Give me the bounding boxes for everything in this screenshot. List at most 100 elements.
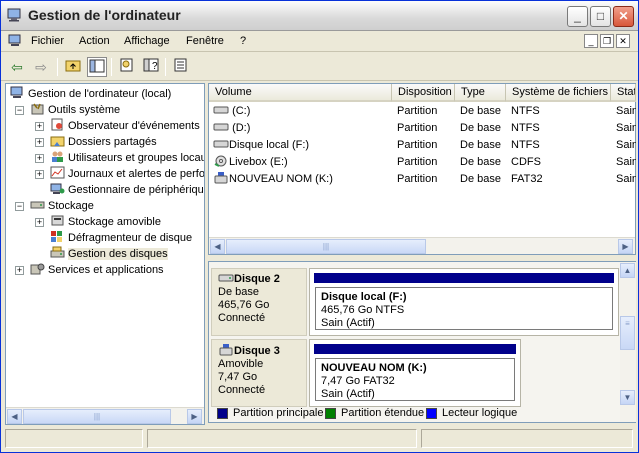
scroll-thumb[interactable]: ≡ [620, 316, 635, 350]
tree-item-stockage-amovible[interactable]: Stockage amovible [50, 214, 161, 230]
scroll-thumb[interactable]: ||| [226, 239, 426, 254]
users-icon [52, 151, 63, 162]
maximize-button[interactable]: □ [590, 6, 611, 27]
volume-disposition: Partition [397, 122, 438, 134]
properties-icon[interactable] [117, 57, 137, 77]
tree-item-utilisateurs[interactable]: Utilisateurs et groupes locaux [50, 150, 204, 166]
scroll-down-button[interactable]: ▼ [620, 390, 635, 405]
disk-info[interactable]: Disque 3 Amovible 7,47 Go Connecté [211, 339, 307, 407]
volume-name: NOUVEAU NOM (K:) [229, 173, 333, 185]
svg-text:?: ? [152, 61, 158, 72]
disk-size: 465,76 Go [218, 299, 270, 311]
partition-block[interactable]: Disque local (F:) 465,76 Go NTFS Sain (A… [309, 268, 619, 336]
partition-health: Sain (Actif) [321, 388, 375, 400]
partition-name: Disque local (F:) [321, 291, 407, 303]
column-header-disposition[interactable]: Disposition [392, 84, 455, 102]
expand-toggle[interactable]: + [35, 154, 44, 163]
scroll-right-button[interactable]: ▶ [187, 409, 202, 424]
volume-name: (D:) [232, 122, 251, 134]
up-folder-icon[interactable] [63, 57, 83, 77]
disk-view-vertical-scrollbar[interactable]: ▲ ≡ ▼ [620, 262, 636, 422]
mdi-restore-button[interactable]: ❐ [600, 34, 614, 48]
forward-arrow-icon[interactable]: ⇨ [31, 57, 51, 77]
column-header-filesystem[interactable]: Système de fichiers [506, 84, 611, 102]
tree-item-gestion-des-disques[interactable]: Gestion des disques [50, 246, 168, 262]
tree-root[interactable]: Gestion de l'ordinateur (local) [10, 86, 171, 102]
scroll-right-button[interactable]: ▶ [618, 239, 633, 254]
volume-name: Livebox (E:) [229, 156, 288, 168]
menu-fenetre[interactable]: Fenêtre [186, 35, 224, 47]
tree-horizontal-scrollbar[interactable]: ◀ ||| ▶ [6, 407, 204, 424]
device-manager-icon [50, 183, 65, 194]
system-menu-icon[interactable] [8, 34, 23, 47]
mdi-close-button[interactable]: ✕ [616, 34, 630, 48]
tree-item-journaux[interactable]: Journaux et alertes de performance [50, 166, 204, 182]
close-button[interactable]: ✕ [613, 6, 634, 27]
mdi-minimize-button[interactable]: _ [584, 34, 598, 48]
menu-action[interactable]: Action [79, 35, 110, 47]
collapse-toggle[interactable]: − [15, 106, 24, 115]
toolbar-separator [57, 58, 58, 76]
scroll-left-button[interactable]: ◀ [7, 409, 22, 424]
legend-label: Lecteur logique [442, 407, 518, 419]
menu-bar: Fichier Action Affichage Fenêtre ? _ ❐ ✕ [1, 31, 638, 52]
volume-horizontal-scrollbar[interactable]: ◀ ||| ▶ [209, 237, 635, 254]
column-header-status[interactable]: Statut [611, 84, 636, 102]
scroll-left-button[interactable]: ◀ [210, 239, 225, 254]
partition-block[interactable]: NOUVEAU NOM (K:) 7,47 Go FAT32 Sain (Act… [309, 339, 521, 407]
menu-fichier[interactable]: Fichier [31, 35, 64, 47]
cd-drive-icon [214, 155, 227, 167]
tree-item-label: Défragmenteur de disque [68, 232, 193, 244]
disk-properties-icon[interactable] [171, 57, 191, 77]
expand-toggle[interactable]: + [35, 138, 44, 147]
menu-affichage[interactable]: Affichage [124, 35, 170, 47]
toolbar-separator [111, 58, 112, 76]
drive-icon [213, 123, 229, 131]
disk-info[interactable]: Disque 2 De base 465,76 Go Connecté [211, 268, 307, 336]
disk-name: Disque 2 [234, 273, 280, 285]
volume-list: Volume Disposition Type Système de fichi… [208, 83, 636, 255]
tree-item-observateur[interactable]: Observateur d'événements [50, 118, 200, 134]
collapse-toggle[interactable]: − [15, 202, 24, 211]
back-arrow-icon[interactable]: ⇦ [7, 57, 27, 77]
menu-help[interactable]: ? [240, 35, 246, 47]
column-header-volume[interactable]: Volume [209, 84, 392, 102]
tree-item-label: Outils système [48, 104, 121, 116]
column-header-type[interactable]: Type [455, 84, 506, 102]
partition-health: Sain (Actif) [321, 317, 375, 329]
expand-toggle[interactable]: + [35, 218, 44, 227]
expand-toggle[interactable]: + [35, 122, 44, 131]
minimize-button[interactable]: _ [567, 6, 588, 27]
tree-item-stockage[interactable]: Stockage [30, 198, 94, 214]
drive-icon [213, 140, 229, 148]
tree-item-label: Stockage [48, 200, 94, 212]
hard-disk-icon [218, 274, 234, 282]
scroll-thumb[interactable]: ||| [23, 409, 171, 424]
status-panel [421, 429, 633, 448]
perf-log-icon [50, 166, 65, 179]
tree-item-gestionnaire[interactable]: Gestionnaire de périphériques [50, 182, 204, 198]
tree-item-label: Dossiers partagés [68, 136, 157, 148]
legend-swatch-extended [325, 408, 336, 419]
volume-disposition: Partition [397, 156, 438, 168]
scroll-up-button[interactable]: ▲ [620, 263, 635, 278]
help-icon[interactable]: ? [141, 57, 161, 77]
volume-name: (C:) [232, 105, 251, 117]
legend-label: Partition principale [233, 407, 324, 419]
volume-fs: NTFS [511, 105, 540, 117]
tree-item-defragmenteur[interactable]: Défragmenteur de disque [50, 230, 192, 246]
volume-type: De base [460, 105, 501, 117]
tree-root-label: Gestion de l'ordinateur (local) [28, 88, 172, 100]
expand-toggle[interactable]: + [35, 170, 44, 179]
title-bar[interactable]: Gestion de l'ordinateur _ □ ✕ [1, 1, 638, 31]
tree-item-label: Journaux et alertes de performance [68, 168, 204, 180]
tree-item-outils-systeme[interactable]: Outils système [30, 102, 120, 118]
tree-item-services[interactable]: Services et applications [30, 262, 164, 278]
show-tree-icon[interactable] [87, 57, 107, 77]
volume-disposition: Partition [397, 139, 438, 151]
expand-toggle[interactable]: + [15, 266, 24, 275]
status-bar [5, 427, 636, 449]
volume-fs: FAT32 [511, 173, 543, 185]
tree-view: Gestion de l'ordinateur (local) − Outils… [6, 84, 204, 404]
tree-item-dossiers-partages[interactable]: Dossiers partagés [50, 134, 157, 150]
